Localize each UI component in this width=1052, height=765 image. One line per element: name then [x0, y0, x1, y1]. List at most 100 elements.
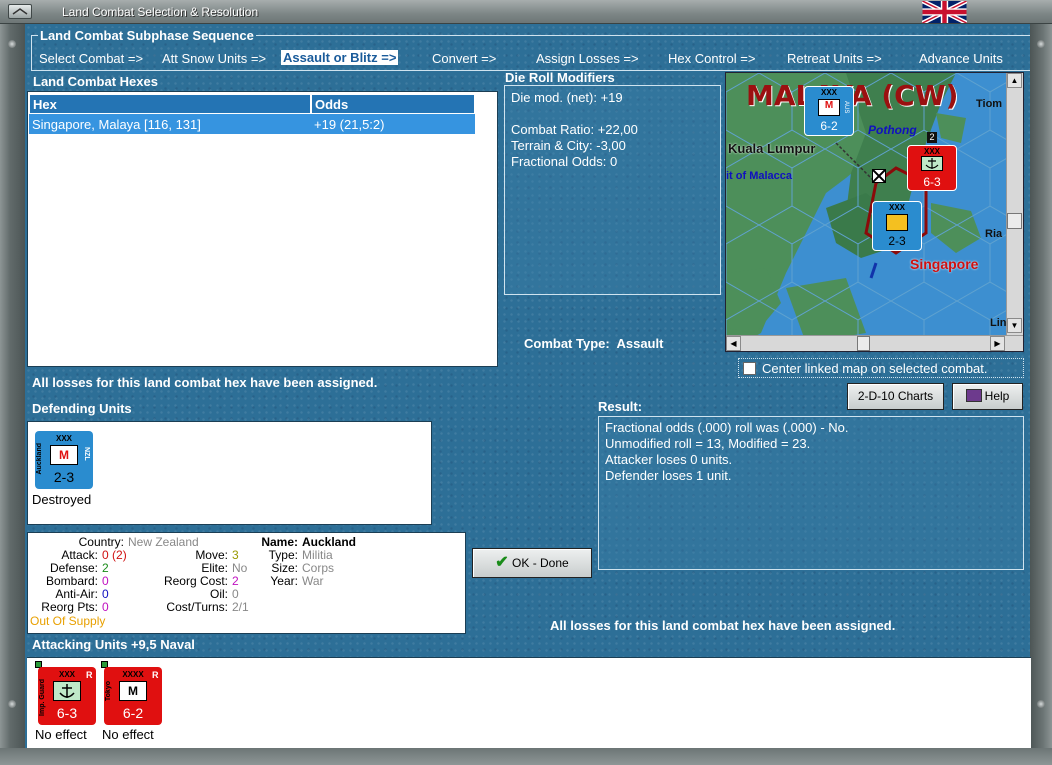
result-label: Result:	[598, 399, 643, 414]
checkmark-icon: ✔	[495, 554, 509, 571]
center-map-label: Center linked map on selected combat.	[762, 361, 988, 376]
unit-flag: R	[86, 670, 93, 680]
help-book-icon	[965, 389, 982, 402]
map-counter-auckland[interactable]: XXX 2-3	[872, 201, 922, 251]
losses-assigned-message-2: All losses for this land combat hex have…	[550, 618, 896, 633]
frame-rivet	[8, 700, 16, 708]
die-roll-modifiers-label: Die Roll Modifiers	[505, 70, 615, 85]
step-hex-control[interactable]: Hex Control =>	[668, 51, 755, 66]
map-label-strait: it of Malacca	[726, 170, 793, 182]
step-select-combat[interactable]: Select Combat =>	[39, 51, 143, 66]
attacking-units-box: XXX R Imp. Guard 6-3 No effect XXXX R M …	[27, 657, 1031, 748]
result-line: Fractional odds (.000) roll was (.000) -…	[605, 420, 849, 435]
step-att-snow-units[interactable]: Att Snow Units =>	[162, 51, 266, 66]
attacking-unit-counter[interactable]: XXXX R M Tokyo 6-2	[104, 667, 162, 725]
unit-flag: R	[152, 670, 159, 680]
stack-count-badge: 2	[927, 132, 937, 143]
step-advance-units[interactable]: Advance Units	[919, 51, 1003, 66]
militia-icon: M	[50, 445, 78, 465]
terrain-city: Terrain & City: -3,00	[511, 138, 626, 153]
unit-year: War	[302, 574, 324, 588]
title-bar: Land Combat Selection & Resolution	[0, 0, 1052, 24]
unit-supply-status: Out Of Supply	[30, 614, 106, 628]
center-map-checkbox[interactable]	[743, 362, 756, 375]
map-vertical-scrollbar[interactable]: ▲ ▼	[1006, 73, 1023, 335]
linked-map[interactable]: MALAYA (CW) Kuala Lumpur it of Malacca P…	[725, 72, 1024, 352]
hex-row-cell-odds[interactable]: +19 (21,5:2)	[311, 114, 475, 134]
ok-done-button[interactable]: ✔ OK - Done	[472, 548, 592, 578]
step-assign-losses[interactable]: Assign Losses =>	[536, 51, 639, 66]
scroll-up-button[interactable]: ▲	[1007, 73, 1022, 88]
vertical-scroll-thumb[interactable]	[1007, 213, 1022, 229]
combat-ratio: Combat Ratio: +22,00	[511, 122, 638, 137]
militia-icon: M	[818, 99, 840, 116]
unit-nationality: NZL	[83, 447, 90, 461]
unit-strength: 6-3	[56, 705, 78, 721]
map-counter-imp-guard[interactable]: XXX 6-3	[907, 145, 957, 191]
unit-size-marker: XXX	[55, 434, 72, 443]
horizontal-scroll-thumb[interactable]	[857, 336, 870, 351]
attacking-units-label: Attacking Units +9,5 Naval	[32, 637, 195, 652]
anchor-icon	[921, 156, 943, 171]
map-horizontal-scrollbar[interactable]: ◀ ▶	[726, 335, 1023, 351]
attacking-unit-status: No effect	[102, 727, 154, 742]
unit-side-label: Tokyo	[105, 681, 112, 702]
unit-strength: 2-3	[53, 469, 75, 485]
attacking-unit-counter[interactable]: XXX R Imp. Guard 6-3	[38, 667, 96, 725]
frame-rivet	[8, 40, 16, 48]
map-label-kuala-lumpur: Kuala Lumpur	[728, 141, 816, 156]
map-counter-aus[interactable]: XXX M 6-2 AUS	[804, 86, 854, 136]
restore-icon	[12, 8, 28, 15]
column-header-odds[interactable]: Odds	[311, 94, 475, 114]
unit-reorg-pts: 0	[102, 600, 109, 614]
result-line: Unmodified roll = 13, Modified = 23.	[605, 436, 811, 451]
unit-details-box: Country: New Zealand Attack: 0 (2) Defen…	[27, 532, 466, 634]
die-mod-net: Die mod. (net): +19	[511, 90, 623, 105]
unit-strength: 6-2	[122, 705, 144, 721]
system-menu-button[interactable]	[8, 4, 32, 19]
combat-type: Combat Type: Assault	[524, 336, 663, 351]
unit-cost-turns: 2/1	[232, 600, 249, 614]
step-assault-or-blitz[interactable]: Assault or Blitz =>	[281, 50, 399, 65]
anchor-icon	[53, 681, 81, 701]
map-label-tiom: Tiom	[976, 98, 1003, 110]
charts-button[interactable]: 2-D-10 Charts	[847, 383, 944, 410]
die-roll-modifiers-box: Die mod. (net): +19 Combat Ratio: +22,00…	[504, 85, 721, 295]
step-convert[interactable]: Convert =>	[432, 51, 496, 66]
defending-unit-counter[interactable]: XXX M Auckland NZL 2-3	[35, 431, 93, 489]
hq-marker-icon	[872, 169, 886, 183]
window-frame-bottom	[0, 748, 1052, 765]
scroll-left-button[interactable]: ◀	[726, 336, 741, 351]
scroll-right-button[interactable]: ▶	[990, 336, 1005, 351]
result-box: Fractional odds (.000) roll was (.000) -…	[598, 416, 1024, 570]
frame-rivet	[1037, 700, 1045, 708]
result-line: Attacker loses 0 units.	[605, 452, 733, 467]
window-title: Land Combat Selection & Resolution	[62, 5, 259, 19]
map-label-ria: Ria	[985, 228, 1003, 240]
defending-unit-status: Destroyed	[32, 492, 92, 507]
result-line: Defender loses 1 unit.	[605, 468, 732, 483]
defending-units-label: Defending Units	[32, 401, 132, 416]
combat-explosion-icon	[886, 214, 908, 231]
land-combat-hexes-label: Land Combat Hexes	[33, 74, 158, 89]
help-button[interactable]: Help	[952, 383, 1023, 410]
help-button-label: Help	[984, 389, 1010, 403]
map-label-pothong: Pothong	[868, 123, 917, 137]
center-map-option[interactable]: Center linked map on selected combat.	[738, 358, 1024, 378]
map-label-lin: Lin	[990, 317, 1007, 329]
column-header-hex[interactable]: Hex	[29, 94, 311, 114]
map-label-singapore: Singapore	[910, 256, 979, 272]
ok-done-label: OK - Done	[512, 556, 569, 570]
union-jack-flag-icon	[922, 1, 967, 23]
fractional-odds: Fractional Odds: 0	[511, 154, 618, 169]
subphase-sequence-label: Land Combat Subphase Sequence	[38, 28, 256, 43]
window-frame-left	[0, 24, 25, 765]
frame-rivet	[1037, 40, 1045, 48]
militia-icon: M	[119, 681, 147, 701]
hex-row-cell-hex[interactable]: Singapore, Malaya [116, 131]	[29, 114, 311, 134]
defending-units-box: XXX M Auckland NZL 2-3 Destroyed	[27, 421, 432, 525]
scroll-down-button[interactable]: ▼	[1007, 318, 1022, 333]
unit-country: New Zealand	[128, 535, 199, 549]
step-retreat-units[interactable]: Retreat Units =>	[787, 51, 882, 66]
